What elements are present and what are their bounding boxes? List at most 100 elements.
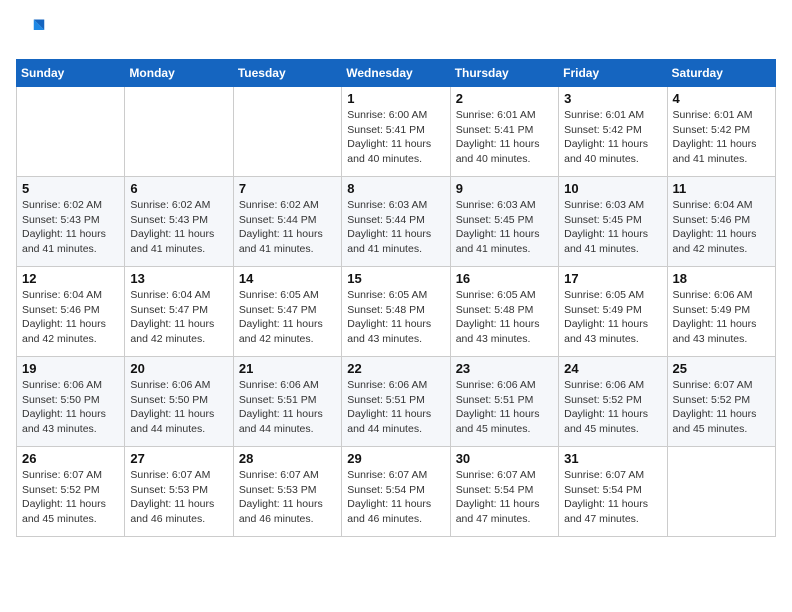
day-number: 14 <box>239 271 336 286</box>
calendar-cell: 9Sunrise: 6:03 AMSunset: 5:45 PMDaylight… <box>450 177 558 267</box>
day-number: 24 <box>564 361 661 376</box>
day-number: 28 <box>239 451 336 466</box>
day-info: Sunrise: 6:03 AMSunset: 5:45 PMDaylight:… <box>564 198 661 257</box>
day-number: 18 <box>673 271 770 286</box>
calendar-cell: 31 Sunrise: 6:07 AMSunset: 5:54 PMDayligh… <box>559 447 667 537</box>
day-info: Sunrise: 6:04 AMSunset: 5:47 PMDaylight:… <box>130 288 227 347</box>
calendar-cell: 13Sunrise: 6:04 AMSunset: 5:47 PMDayligh… <box>125 267 233 357</box>
day-number: 20 <box>130 361 227 376</box>
calendar-cell: 25 Sunrise: 6:07 AMSunset: 5:52 PMDayligh… <box>667 357 775 447</box>
calendar-cell <box>667 447 775 537</box>
calendar-cell: 18 Sunrise: 6:06 AMSunset: 5:49 PMDayligh… <box>667 267 775 357</box>
day-number: 5 <box>22 181 119 196</box>
day-number: 3 <box>564 91 661 106</box>
calendar-cell <box>233 87 341 177</box>
calendar-cell: 20 Sunrise: 6:06 AMSunset: 5:50 PMDayligh… <box>125 357 233 447</box>
calendar-cell: 12Sunrise: 6:04 AMSunset: 5:46 PMDayligh… <box>17 267 125 357</box>
day-number: 26 <box>22 451 119 466</box>
calendar-cell: 2 Sunrise: 6:01 AMSunset: 5:41 PMDaylight… <box>450 87 558 177</box>
day-info: Sunrise: 6:05 AMSunset: 5:48 PMDaylight:… <box>347 288 444 347</box>
day-number: 19 <box>22 361 119 376</box>
week-row-5: 26 Sunrise: 6:07 AMSunset: 5:52 PMDayligh… <box>17 447 776 537</box>
day-info: Sunrise: 6:07 AMSunset: 5:52 PMDaylight:… <box>22 468 119 527</box>
calendar-cell: 4 Sunrise: 6:01 AMSunset: 5:42 PMDaylight… <box>667 87 775 177</box>
calendar-table: SundayMondayTuesdayWednesdayThursdayFrid… <box>16 59 776 537</box>
day-info: Sunrise: 6:01 AMSunset: 5:42 PMDaylight:… <box>673 108 770 167</box>
day-info: Sunrise: 6:02 AMSunset: 5:43 PMDaylight:… <box>22 198 119 257</box>
calendar-cell: 16 Sunrise: 6:05 AMSunset: 5:48 PMDayligh… <box>450 267 558 357</box>
day-number: 22 <box>347 361 444 376</box>
weekday-header-friday: Friday <box>559 60 667 87</box>
day-info: Sunrise: 6:01 AMSunset: 5:41 PMDaylight:… <box>456 108 553 167</box>
calendar-cell: 27 Sunrise: 6:07 AMSunset: 5:53 PMDayligh… <box>125 447 233 537</box>
calendar-cell: 21Sunrise: 6:06 AMSunset: 5:51 PMDayligh… <box>233 357 341 447</box>
calendar-cell: 7Sunrise: 6:02 AMSunset: 5:44 PMDaylight… <box>233 177 341 267</box>
day-info: Sunrise: 6:06 AMSunset: 5:51 PMDaylight:… <box>347 378 444 437</box>
day-number: 27 <box>130 451 227 466</box>
calendar-cell: 22 Sunrise: 6:06 AMSunset: 5:51 PMDayligh… <box>342 357 450 447</box>
day-info: Sunrise: 6:07 AMSunset: 5:54 PMDaylight:… <box>456 468 553 527</box>
day-info: Sunrise: 6:03 AMSunset: 5:45 PMDaylight:… <box>456 198 553 257</box>
day-info: Sunrise: 6:07 AMSunset: 5:53 PMDaylight:… <box>130 468 227 527</box>
day-info: Sunrise: 6:03 AMSunset: 5:44 PMDaylight:… <box>347 198 444 257</box>
day-number: 15 <box>347 271 444 286</box>
day-number: 17 <box>564 271 661 286</box>
day-number: 4 <box>673 91 770 106</box>
week-row-4: 19 Sunrise: 6:06 AMSunset: 5:50 PMDayligh… <box>17 357 776 447</box>
day-info: Sunrise: 6:06 AMSunset: 5:52 PMDaylight:… <box>564 378 661 437</box>
calendar-cell: 29 Sunrise: 6:07 AMSunset: 5:54 PMDayligh… <box>342 447 450 537</box>
logo <box>16 16 46 49</box>
weekday-header-saturday: Saturday <box>667 60 775 87</box>
calendar-cell: 14 Sunrise: 6:05 AMSunset: 5:47 PMDayligh… <box>233 267 341 357</box>
day-number: 25 <box>673 361 770 376</box>
day-info: Sunrise: 6:07 AMSunset: 5:54 PMDaylight:… <box>347 468 444 527</box>
day-info: Sunrise: 6:00 AMSunset: 5:41 PMDaylight:… <box>347 108 444 167</box>
page-header <box>16 16 776 49</box>
weekday-header-sunday: Sunday <box>17 60 125 87</box>
week-row-3: 12Sunrise: 6:04 AMSunset: 5:46 PMDayligh… <box>17 267 776 357</box>
calendar-cell: 3Sunrise: 6:01 AMSunset: 5:42 PMDaylight… <box>559 87 667 177</box>
calendar-cell: 15 Sunrise: 6:05 AMSunset: 5:48 PMDayligh… <box>342 267 450 357</box>
calendar-cell: 8 Sunrise: 6:03 AMSunset: 5:44 PMDaylight… <box>342 177 450 267</box>
weekday-header-tuesday: Tuesday <box>233 60 341 87</box>
day-info: Sunrise: 6:04 AMSunset: 5:46 PMDaylight:… <box>673 198 770 257</box>
calendar-cell: 17 Sunrise: 6:05 AMSunset: 5:49 PMDayligh… <box>559 267 667 357</box>
week-row-2: 5 Sunrise: 6:02 AMSunset: 5:43 PMDaylight… <box>17 177 776 267</box>
day-number: 6 <box>130 181 227 196</box>
calendar-cell <box>17 87 125 177</box>
day-info: Sunrise: 6:07 AMSunset: 5:54 PMDaylight:… <box>564 468 661 527</box>
calendar-cell: 19Sunrise: 6:06 AMSunset: 5:50 PMDayligh… <box>17 357 125 447</box>
calendar-cell <box>125 87 233 177</box>
day-info: Sunrise: 6:05 AMSunset: 5:48 PMDaylight:… <box>456 288 553 347</box>
weekday-header-wednesday: Wednesday <box>342 60 450 87</box>
day-number: 10 <box>564 181 661 196</box>
day-info: Sunrise: 6:06 AMSunset: 5:49 PMDaylight:… <box>673 288 770 347</box>
day-info: Sunrise: 6:07 AMSunset: 5:53 PMDaylight:… <box>239 468 336 527</box>
day-info: Sunrise: 6:06 AMSunset: 5:51 PMDaylight:… <box>456 378 553 437</box>
logo-icon <box>18 16 46 44</box>
weekday-header-thursday: Thursday <box>450 60 558 87</box>
week-row-1: 1 Sunrise: 6:00 AMSunset: 5:41 PMDaylight… <box>17 87 776 177</box>
day-number: 8 <box>347 181 444 196</box>
day-info: Sunrise: 6:06 AMSunset: 5:51 PMDaylight:… <box>239 378 336 437</box>
day-info: Sunrise: 6:07 AMSunset: 5:52 PMDaylight:… <box>673 378 770 437</box>
calendar-cell: 10 Sunrise: 6:03 AMSunset: 5:45 PMDayligh… <box>559 177 667 267</box>
calendar-cell: 30Sunrise: 6:07 AMSunset: 5:54 PMDayligh… <box>450 447 558 537</box>
calendar-cell: 1 Sunrise: 6:00 AMSunset: 5:41 PMDaylight… <box>342 87 450 177</box>
calendar-cell: 5 Sunrise: 6:02 AMSunset: 5:43 PMDaylight… <box>17 177 125 267</box>
calendar-cell: 26 Sunrise: 6:07 AMSunset: 5:52 PMDayligh… <box>17 447 125 537</box>
day-number: 23 <box>456 361 553 376</box>
day-number: 16 <box>456 271 553 286</box>
day-info: Sunrise: 6:05 AMSunset: 5:47 PMDaylight:… <box>239 288 336 347</box>
day-info: Sunrise: 6:02 AMSunset: 5:43 PMDaylight:… <box>130 198 227 257</box>
day-number: 7 <box>239 181 336 196</box>
weekday-header-monday: Monday <box>125 60 233 87</box>
day-number: 29 <box>347 451 444 466</box>
day-number: 11 <box>673 181 770 196</box>
day-number: 31 <box>564 451 661 466</box>
day-info: Sunrise: 6:05 AMSunset: 5:49 PMDaylight:… <box>564 288 661 347</box>
calendar-header: SundayMondayTuesdayWednesdayThursdayFrid… <box>17 60 776 87</box>
day-number: 2 <box>456 91 553 106</box>
day-number: 1 <box>347 91 444 106</box>
day-info: Sunrise: 6:06 AMSunset: 5:50 PMDaylight:… <box>130 378 227 437</box>
